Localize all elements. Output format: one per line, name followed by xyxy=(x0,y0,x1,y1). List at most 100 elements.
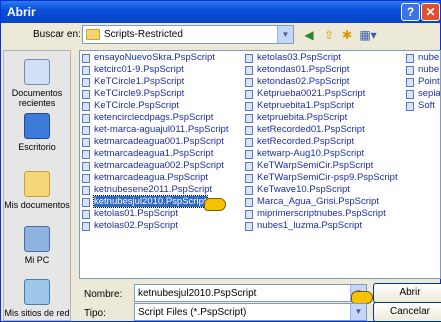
file-item[interactable]: ketmarcadeagua1.PspScript xyxy=(82,148,228,160)
open-button[interactable]: Abrir xyxy=(373,283,441,303)
script-file-icon xyxy=(245,66,253,75)
file-column: ketolas03.PspScript ketondas01.PspScript k… xyxy=(245,52,398,232)
file-item[interactable]: KeTCircle9.PspScript xyxy=(82,88,228,100)
file-name: ketencirclecdpags.PspScript xyxy=(94,112,214,123)
file-name: KeTCircle9.PspScript xyxy=(94,88,185,99)
file-name: KeTWarpSemiCir.PspScript xyxy=(257,160,374,171)
place-my-computer[interactable]: Mi PC xyxy=(4,226,70,265)
help-button[interactable]: ? xyxy=(401,3,420,21)
file-item[interactable]: ketmarcadeagua002.PspScript xyxy=(82,160,228,172)
file-item[interactable]: ketolas03.PspScript xyxy=(245,52,398,64)
file-item[interactable]: ketmarcadeagua.PspScript xyxy=(82,172,228,184)
place-recent[interactable]: Documentos recientes xyxy=(4,59,70,108)
filetype-value: Script Files (*.PspScript) xyxy=(138,307,247,318)
file-item[interactable]: KeTWarpSemiCir.PspScript xyxy=(245,160,398,172)
lookin-select[interactable]: Scripts-Restricted ▼ xyxy=(82,25,294,44)
script-file-icon xyxy=(245,90,253,99)
file-item[interactable]: sepia xyxy=(406,88,440,100)
close-button[interactable]: ✕ xyxy=(421,3,440,21)
place-network[interactable]: Mis sitios de red xyxy=(4,279,70,318)
lookin-value: Scripts-Restricted xyxy=(104,29,183,40)
file-item[interactable]: KeTWarpSemiCir-psp9.PspScript xyxy=(245,172,398,184)
file-item[interactable]: Ketprueba0021.PspScript xyxy=(245,88,398,100)
script-file-icon xyxy=(82,126,90,135)
place-label: Escritorio xyxy=(18,142,56,152)
script-file-icon xyxy=(245,54,253,63)
new-folder-icon[interactable]: ✱ xyxy=(339,27,355,43)
chevron-down-icon[interactable]: ▼ xyxy=(277,26,293,43)
file-name: ketpruebita.PspScript xyxy=(257,112,348,123)
my-computer-icon xyxy=(24,226,50,252)
filetype-select[interactable]: Script Files (*.PspScript) ▼ xyxy=(134,303,367,321)
file-item[interactable]: ketolas02.PspScript xyxy=(82,220,228,232)
file-name: ketRecorded01.PspScript xyxy=(257,124,365,135)
up-folder-icon[interactable]: ⇧ xyxy=(321,27,337,43)
file-item[interactable]: ketpruebita.PspScript xyxy=(245,112,398,124)
file-item[interactable]: nubes1_luzma.PspScript xyxy=(245,220,398,232)
file-name: ketolas02.PspScript xyxy=(94,220,178,231)
file-name: KeTwave10.PspScript xyxy=(257,184,350,195)
file-name: Ketprueba0021.PspScript xyxy=(257,88,366,99)
script-file-icon xyxy=(245,102,253,111)
file-item[interactable]: Point xyxy=(406,76,440,88)
file-name: nube xyxy=(418,52,440,63)
file-item[interactable]: ketcirc01-9.PspScript xyxy=(82,64,228,76)
file-item[interactable]: Soft xyxy=(406,100,440,112)
file-item[interactable]: ketmarcadeagua001.PspScript xyxy=(82,136,228,148)
views-menu-icon[interactable]: ▦▾ xyxy=(357,27,379,43)
file-item[interactable]: Marca_Agua_Grisi.PspScript xyxy=(245,196,398,208)
file-item[interactable]: KeTwave10.PspScript xyxy=(245,184,398,196)
file-name: ket-marca-aguajul011.PspScript xyxy=(94,124,229,135)
file-name: miprimerscriptnubes.PspScript xyxy=(257,208,386,219)
file-list[interactable]: ensayoNuevoSkra.PspScript ketcirc01-9.Psp… xyxy=(79,50,441,279)
script-file-icon xyxy=(245,198,253,207)
place-label: Mi PC xyxy=(24,255,50,265)
filename-input[interactable]: ketnubesjul2010.PspScript ▼ xyxy=(134,284,367,302)
back-icon[interactable]: ◀ xyxy=(301,27,317,43)
file-item[interactable]: ket-marca-aguajul011.PspScript xyxy=(82,124,228,136)
file-item[interactable]: Ketpruebita1.PspScript xyxy=(245,100,398,112)
file-name: ketolas03.PspScript xyxy=(257,52,341,63)
script-file-icon xyxy=(406,102,414,111)
my-documents-icon xyxy=(24,171,50,197)
script-file-icon xyxy=(82,54,90,63)
file-item[interactable]: ketondas01.PspScript xyxy=(245,64,398,76)
file-item[interactable]: ketwarp-Aug10.PspScript xyxy=(245,148,398,160)
script-file-icon xyxy=(245,138,253,147)
place-label: Documentos recientes xyxy=(11,88,63,108)
file-item[interactable]: nube xyxy=(406,52,440,64)
file-item[interactable]: KeTCircle1.PspScript xyxy=(82,76,228,88)
title-bar[interactable]: Abrir ? ✕ xyxy=(1,1,440,23)
script-file-icon xyxy=(245,174,253,183)
file-item[interactable]: ketondas02.PspScript xyxy=(245,76,398,88)
script-file-icon xyxy=(82,210,90,219)
lookin-label: Buscar en: xyxy=(33,29,81,40)
file-item[interactable]: ketRecorded01.PspScript xyxy=(245,124,398,136)
file-item[interactable]: miprimerscriptnubes.PspScript xyxy=(245,208,398,220)
file-name: Soft xyxy=(418,100,435,111)
script-file-icon xyxy=(82,222,90,231)
place-my-documents[interactable]: Mis documentos xyxy=(4,171,70,210)
script-file-icon xyxy=(82,102,90,111)
script-file-icon xyxy=(406,78,414,87)
file-name: ketmarcadeagua002.PspScript xyxy=(94,160,224,171)
cancel-button[interactable]: Cancelar xyxy=(373,302,441,322)
file-name: ketmarcadeagua1.PspScript xyxy=(94,148,214,159)
file-item[interactable]: ketencirclecdpags.PspScript xyxy=(82,112,228,124)
file-name: ketmarcadeagua.PspScript xyxy=(94,172,209,183)
chevron-down-icon[interactable]: ▼ xyxy=(350,304,366,320)
file-item[interactable]: nube xyxy=(406,64,440,76)
script-file-icon xyxy=(245,150,253,159)
file-item[interactable]: KeTCircle.PspScript xyxy=(82,100,228,112)
script-file-icon xyxy=(82,66,90,75)
file-name: ketRecorded.PspScript xyxy=(257,136,355,147)
file-item[interactable]: ensayoNuevoSkra.PspScript xyxy=(82,52,228,64)
file-name: ketondas02.PspScript xyxy=(257,76,350,87)
open-dialog: Abrir ? ✕ Buscar en: Scripts-Restricted … xyxy=(0,0,441,322)
place-desktop[interactable]: Escritorio xyxy=(4,113,70,152)
script-file-icon xyxy=(82,78,90,87)
file-item[interactable]: ketRecorded.PspScript xyxy=(245,136,398,148)
file-name: ketcirc01-9.PspScript xyxy=(94,64,184,75)
file-name: ketnubesene2011.PspScript xyxy=(94,184,213,195)
file-item[interactable]: ketnubesene2011.PspScript xyxy=(82,184,228,196)
